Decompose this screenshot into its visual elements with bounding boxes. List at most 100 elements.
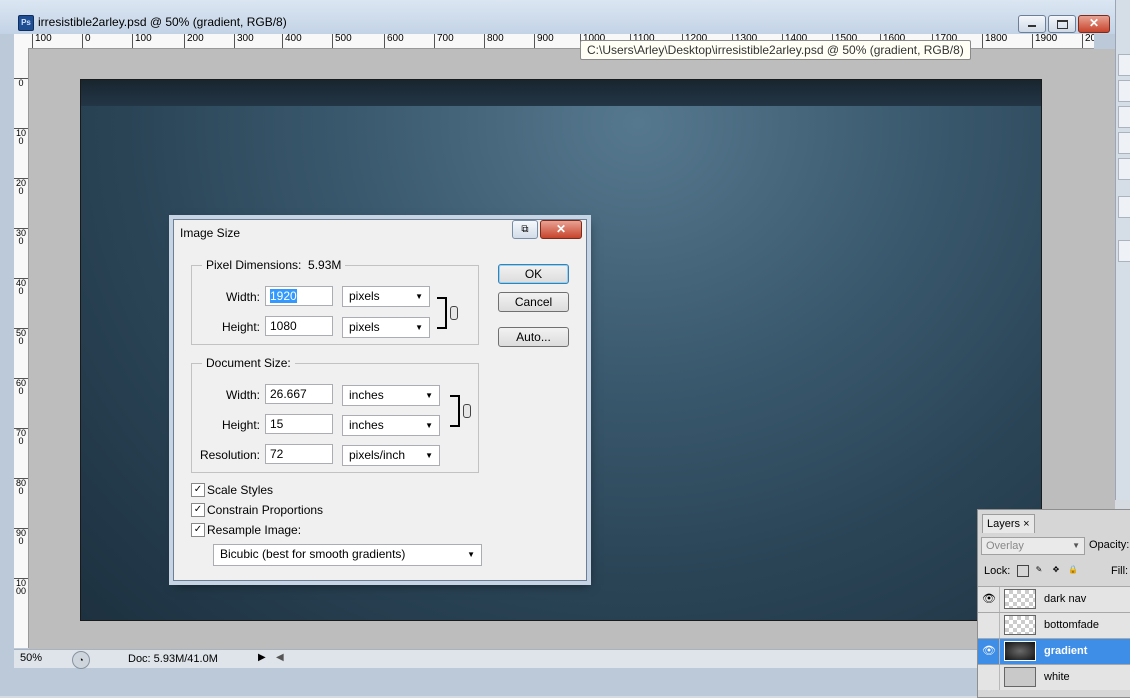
- document-size-group: Document Size: Width: 26.667 inches ▼ Hei…: [191, 356, 479, 473]
- chevron-down-icon: ▼: [467, 550, 475, 559]
- tool-button[interactable]: [1118, 158, 1130, 180]
- ruler-tick-label: 700: [14, 428, 28, 446]
- ok-button[interactable]: OK: [498, 264, 569, 284]
- ruler-tick-label: 20: [1082, 34, 1094, 48]
- vertical-ruler[interactable]: 0 100 200 300 400 500 600 700 800 900 1000: [14, 48, 29, 648]
- eye-icon: 👁: [982, 593, 996, 605]
- zoom-level[interactable]: 50%: [20, 652, 54, 666]
- layer-thumbnail: [1004, 667, 1036, 687]
- resolution-unit-select[interactable]: pixels/inch ▼: [342, 445, 440, 466]
- layers-tab[interactable]: Layers ×: [982, 514, 1035, 533]
- opacity-label: Opacity:: [1089, 539, 1130, 551]
- close-button[interactable]: ✕: [1078, 15, 1110, 33]
- ruler-tick-label: 500: [332, 34, 352, 48]
- window-title: irresistible2arley.psd @ 50% (gradient, …: [38, 15, 287, 29]
- ruler-tick-label: 900: [534, 34, 554, 48]
- layer-visibility-toggle[interactable]: 👁: [978, 639, 1000, 664]
- resample-image-checkbox[interactable]: ✓: [191, 523, 205, 537]
- image-size-dialog: Image Size ⧉ ✕ Pixel Dimensions: 5.93M W…: [173, 219, 587, 581]
- maximize-button[interactable]: [1048, 15, 1076, 33]
- layer-visibility-toggle[interactable]: [978, 613, 1000, 638]
- resolution-input[interactable]: 72: [265, 444, 333, 464]
- dialog-title: Image Size: [180, 226, 241, 240]
- minimize-icon: [1028, 25, 1036, 27]
- ruler-tick-label: 600: [14, 378, 28, 396]
- auto-button[interactable]: Auto...: [498, 327, 569, 347]
- tool-button[interactable]: [1118, 132, 1130, 154]
- ruler-tick-label: 0: [82, 34, 91, 48]
- layer-name: dark nav: [1044, 593, 1087, 605]
- pixel-dimensions-group: Pixel Dimensions: 5.93M Width: 1920 pixe…: [191, 258, 479, 345]
- layer-row[interactable]: 👁 gradient: [978, 638, 1130, 664]
- ruler-tick-label: 600: [384, 34, 404, 48]
- cancel-button[interactable]: Cancel: [498, 292, 569, 312]
- resolution-label: Resolution:: [199, 448, 260, 462]
- ruler-tick-label: 400: [282, 34, 302, 48]
- tool-button[interactable]: [1118, 196, 1130, 218]
- scroll-left-icon[interactable]: ◀: [276, 652, 284, 663]
- document-size-legend: Document Size:: [202, 356, 295, 370]
- pixel-width-input[interactable]: 1920: [265, 286, 333, 306]
- link-bracket: [450, 395, 460, 427]
- doc-width-input[interactable]: 26.667: [265, 384, 333, 404]
- ruler-tick-label: 1900: [1032, 34, 1057, 48]
- ruler-tick-label: 100: [132, 34, 152, 48]
- pixel-dimensions-size: 5.93M: [308, 258, 342, 272]
- ruler-tick-label: 200: [184, 34, 204, 48]
- doc-size-info: Doc: 5.93M/41.0M: [128, 653, 218, 665]
- doc-width-label: Width:: [225, 388, 260, 402]
- constrain-proportions-label: Constrain Proportions: [207, 503, 324, 517]
- lock-label: Lock:: [984, 565, 1011, 577]
- pixel-height-input[interactable]: 1080: [265, 316, 333, 336]
- blend-mode-select[interactable]: Overlay ▼: [981, 537, 1085, 555]
- layer-visibility-toggle[interactable]: 👁: [978, 587, 1000, 612]
- resample-method-select[interactable]: Bicubic (best for smooth gradients) ▼: [213, 544, 482, 566]
- lock-move-icon[interactable]: ✥: [1051, 565, 1061, 575]
- dialog-restore-button[interactable]: ⧉: [512, 220, 538, 239]
- tool-button[interactable]: [1118, 54, 1130, 76]
- layer-row[interactable]: white: [978, 664, 1130, 690]
- lock-transparent-icon[interactable]: [1017, 565, 1029, 577]
- ruler-tick-label: 200: [14, 178, 28, 196]
- status-info-icon[interactable]: ◔: [72, 651, 90, 669]
- close-icon: ✕: [1089, 16, 1100, 30]
- chain-link-icon: [450, 306, 458, 320]
- link-bracket: [437, 297, 447, 329]
- ruler-tick-label: 700: [434, 34, 454, 48]
- title-bar[interactable]: Ps irresistible2arley.psd @ 50% (gradien…: [0, 0, 1115, 34]
- chevron-down-icon: ▼: [425, 421, 433, 430]
- layers-panel: Layers × Overlay ▼ Opacity: Lock: ✎ ✥ 🔒 F…: [977, 509, 1130, 698]
- file-path-tooltip: C:\Users\Arley\Desktop\irresistible2arle…: [580, 40, 971, 60]
- chevron-down-icon: ▼: [425, 391, 433, 400]
- layer-row[interactable]: 👁 dark nav: [978, 586, 1130, 612]
- photoshop-icon: Ps: [18, 15, 34, 31]
- dialog-close-button[interactable]: ✕: [540, 220, 582, 239]
- doc-width-unit-select[interactable]: inches ▼: [342, 385, 440, 406]
- tool-button[interactable]: [1118, 80, 1130, 102]
- chevron-down-icon: ▼: [415, 292, 423, 301]
- doc-height-input[interactable]: 15: [265, 414, 333, 434]
- pixel-height-unit-select[interactable]: pixels ▼: [342, 317, 430, 338]
- scale-styles-checkbox[interactable]: ✓: [191, 483, 205, 497]
- ruler-tick-label: 0: [14, 78, 28, 88]
- layer-row[interactable]: bottomfade: [978, 612, 1130, 638]
- layer-visibility-toggle[interactable]: [978, 665, 1000, 690]
- scale-styles-label: Scale Styles: [207, 483, 274, 497]
- lock-brush-icon[interactable]: ✎: [1034, 565, 1044, 575]
- minimize-button[interactable]: [1018, 15, 1046, 33]
- tool-button[interactable]: [1118, 106, 1130, 128]
- tool-button[interactable]: [1118, 240, 1130, 262]
- lock-all-icon[interactable]: 🔒: [1068, 565, 1078, 575]
- ruler-tick-label: 900: [14, 528, 28, 546]
- layer-thumbnail: [1004, 615, 1036, 635]
- tab-close-icon: ×: [1023, 518, 1030, 530]
- constrain-proportions-checkbox[interactable]: ✓: [191, 503, 205, 517]
- ruler-tick-label: 100: [14, 128, 28, 146]
- pixel-width-unit-select[interactable]: pixels ▼: [342, 286, 430, 307]
- layer-name: gradient: [1044, 645, 1088, 657]
- doc-height-unit-select[interactable]: inches ▼: [342, 415, 440, 436]
- tools-strip: [1115, 0, 1130, 500]
- pixel-dimensions-legend: Pixel Dimensions: 5.93M: [202, 258, 346, 272]
- canvas-dark-nav: [81, 80, 1041, 106]
- status-menu-arrow-icon[interactable]: ▶: [258, 652, 266, 663]
